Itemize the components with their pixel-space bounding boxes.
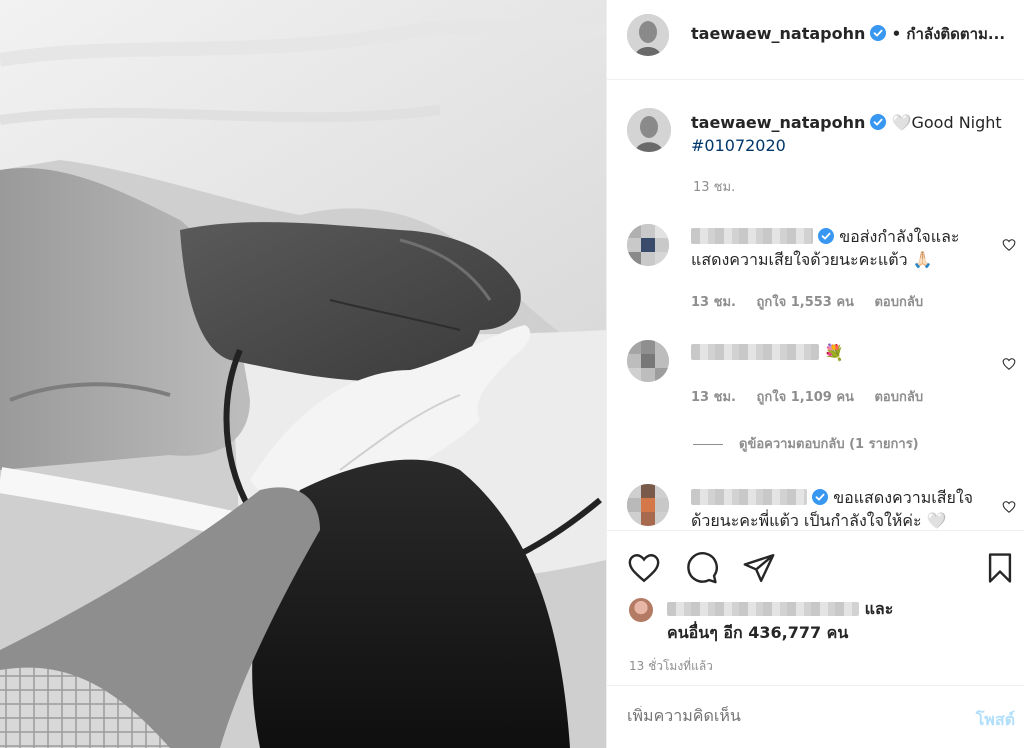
comment-likes-count[interactable]: ถูกใจ 1,553 คน xyxy=(756,295,853,310)
view-replies-label: ดูข้อความตอบกลับ (1 รายการ) xyxy=(739,437,919,452)
comment-time: 13 ชม. xyxy=(691,295,736,310)
add-comment-bar: โพสต์ xyxy=(607,685,1024,748)
reply-button[interactable]: ตอบกลับ xyxy=(874,295,923,310)
reply-button[interactable]: ตอบกลับ xyxy=(874,390,923,405)
comment-like-heart-icon[interactable] xyxy=(1002,238,1016,252)
replies-divider-line xyxy=(693,444,723,445)
caption-time: 13 ชม. xyxy=(693,180,736,195)
verified-badge-icon xyxy=(812,489,829,505)
comment-item: 💐 xyxy=(691,341,991,364)
comment-username-blurred[interactable] xyxy=(691,228,813,244)
comment-avatar[interactable] xyxy=(627,484,669,526)
heart-icon[interactable] xyxy=(627,551,661,585)
liker-username-blurred[interactable] xyxy=(667,602,859,616)
likes-summary-suffix: และ xyxy=(864,599,894,618)
comment-text: 💐 xyxy=(824,343,845,362)
comment-username-blurred[interactable] xyxy=(691,344,819,360)
comment-icon[interactable] xyxy=(685,551,719,585)
paper-plane-icon[interactable] xyxy=(742,551,776,585)
caption-text: 🤍Good Night xyxy=(891,113,1002,132)
post-actions: และ คนอื่นๆ อีก 436,777 คน 13 ชั่วโมงที่… xyxy=(607,530,1024,685)
comment-likes-count[interactable]: ถูกใจ 1,109 คน xyxy=(756,390,853,405)
liker-avatar[interactable] xyxy=(629,598,653,622)
comment-time: 13 ชม. xyxy=(691,390,736,405)
comment-avatar[interactable] xyxy=(627,224,669,266)
author-avatar[interactable] xyxy=(627,14,669,56)
post-comment-button[interactable]: โพสต์ xyxy=(976,708,1015,733)
verified-badge-icon xyxy=(818,228,835,244)
post-photo[interactable] xyxy=(0,0,606,748)
comment-meta: 13 ชม. ถูกใจ 1,553 คน ตอบกลับ xyxy=(691,291,939,312)
bookmark-icon[interactable] xyxy=(983,551,1017,585)
comment-avatar[interactable] xyxy=(627,340,669,382)
comment-like-heart-icon[interactable] xyxy=(1002,357,1016,371)
view-replies-button[interactable]: ดูข้อความตอบกลับ (1 รายการ) xyxy=(693,433,919,454)
caption-hashtag[interactable]: #01072020 xyxy=(691,136,786,155)
comment-meta: 13 ชม. ถูกใจ 1,109 คน ตอบกลับ xyxy=(691,386,939,407)
comment-username-blurred[interactable] xyxy=(691,489,807,505)
post-timestamp[interactable]: 13 ชั่วโมงที่แล้ว xyxy=(629,657,713,676)
caption-username[interactable]: taewaew_natapohn xyxy=(691,113,865,132)
add-comment-input[interactable] xyxy=(627,706,927,725)
follow-status[interactable]: • กำลังติดตาม... xyxy=(892,25,1005,43)
verified-badge-icon xyxy=(870,25,887,41)
hands-photo-image xyxy=(0,0,606,748)
caption-author-avatar[interactable] xyxy=(627,108,671,152)
post-caption: taewaew_natapohn 🤍Good Night #01072020 xyxy=(691,111,1009,157)
post-side-panel: taewaew_natapohn • กำลังติดตาม... taewae… xyxy=(606,0,1024,748)
comment-like-heart-icon[interactable] xyxy=(1002,500,1016,514)
likes-count[interactable]: คนอื่นๆ อีก 436,777 คน xyxy=(667,623,848,642)
likes-summary[interactable]: และ คนอื่นๆ อีก 436,777 คน xyxy=(667,597,893,645)
comment-item: ขอแสดงความเสียใจด้วยนะคะพี่แต้ว เป็นกำลั… xyxy=(691,486,991,532)
verified-badge-icon xyxy=(870,114,887,130)
post-header: taewaew_natapohn • กำลังติดตาม... xyxy=(607,0,1024,80)
comment-item: ขอส่งกำลังใจและแสดงความเสียใจด้วยนะคะแต้… xyxy=(691,225,991,271)
author-username[interactable]: taewaew_natapohn xyxy=(691,24,865,43)
